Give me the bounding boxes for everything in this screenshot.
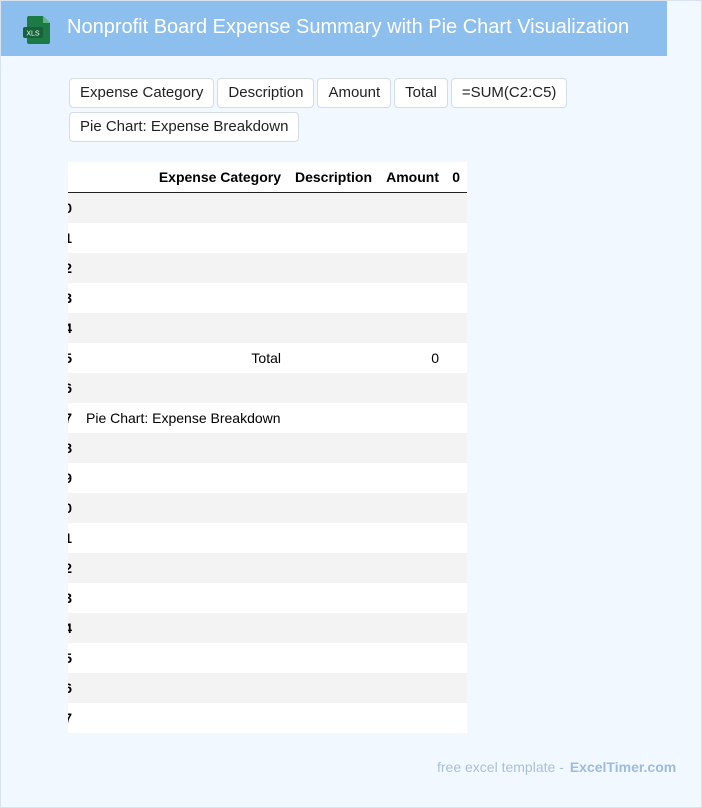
table-header-row: Expense Category Description Amount 0 <box>68 162 467 193</box>
column-header-expense-category[interactable]: Expense Category <box>159 162 281 192</box>
table-row[interactable]: 9 <box>68 463 467 493</box>
table-row[interactable]: 0 <box>68 493 467 523</box>
pie-chart-label[interactable]: Pie Chart: Expense Breakdown <box>86 403 281 433</box>
row-index: 2 <box>68 560 72 576</box>
footer-credit: free excel template - ExcelTimer.com <box>437 759 676 775</box>
row-index: 0 <box>68 500 72 516</box>
table-row[interactable]: 4 <box>68 613 467 643</box>
tag-amount[interactable]: Amount <box>317 78 392 108</box>
table-row[interactable]: 1 <box>68 223 467 253</box>
row-index: 6 <box>68 680 72 696</box>
page-title: Nonprofit Board Expense Summary with Pie… <box>67 16 630 38</box>
table-row[interactable]: 2 <box>68 553 467 583</box>
spreadsheet-table: Expense Category Description Amount 0 0 … <box>68 162 467 733</box>
row-index: 1 <box>68 230 72 246</box>
table-row[interactable]: 7 <box>68 703 467 733</box>
tag-description[interactable]: Description <box>217 78 315 108</box>
row-index: 4 <box>68 620 72 636</box>
row-index: 0 <box>68 200 72 216</box>
column-header-description[interactable]: Description <box>295 162 372 192</box>
tag-total[interactable]: Total <box>394 78 448 108</box>
row-index: 7 <box>68 410 72 426</box>
footer-brand-link[interactable]: ExcelTimer.com <box>570 759 676 775</box>
row-index: 1 <box>68 530 72 546</box>
icon-label: XLS <box>26 31 40 38</box>
table-row[interactable]: 2 <box>68 253 467 283</box>
column-header-total[interactable]: 0 <box>452 162 460 192</box>
table-row[interactable]: 5 <box>68 643 467 673</box>
column-header-amount[interactable]: Amount <box>386 162 439 192</box>
tag-sum-formula[interactable]: =SUM(C2:C5) <box>450 78 568 108</box>
table-row-total[interactable]: 5 Total 0 <box>68 343 467 373</box>
row-index: 5 <box>68 650 72 666</box>
tag-list: Expense Category Description Amount Tota… <box>69 78 589 146</box>
row-index: 8 <box>68 440 72 456</box>
total-value[interactable]: 0 <box>431 343 439 373</box>
row-index: 7 <box>68 710 72 726</box>
table-row[interactable]: 8 <box>68 433 467 463</box>
table-row[interactable]: 1 <box>68 523 467 553</box>
table-row[interactable]: 4 <box>68 313 467 343</box>
row-index: 3 <box>68 290 72 306</box>
row-index: 6 <box>68 380 72 396</box>
table-row[interactable]: 6 <box>68 373 467 403</box>
row-index: 4 <box>68 320 72 336</box>
tag-expense-category[interactable]: Expense Category <box>69 78 215 108</box>
tag-pie-chart[interactable]: Pie Chart: Expense Breakdown <box>69 112 300 142</box>
table-row-pie-chart[interactable]: 7 Pie Chart: Expense Breakdown <box>68 403 467 433</box>
table-row[interactable]: 6 <box>68 673 467 703</box>
row-index: 5 <box>68 350 72 366</box>
row-index: 3 <box>68 590 72 606</box>
header-bar: XLS Nonprofit Board Expense Summary with… <box>1 1 667 56</box>
table-row[interactable]: 3 <box>68 283 467 313</box>
excel-file-icon: XLS <box>23 16 50 44</box>
row-index: 9 <box>68 470 72 486</box>
table-row[interactable]: 0 <box>68 193 467 223</box>
footer-text: free excel template - <box>437 759 564 775</box>
total-label[interactable]: Total <box>251 343 281 373</box>
row-index: 2 <box>68 260 72 276</box>
table-row[interactable]: 3 <box>68 583 467 613</box>
